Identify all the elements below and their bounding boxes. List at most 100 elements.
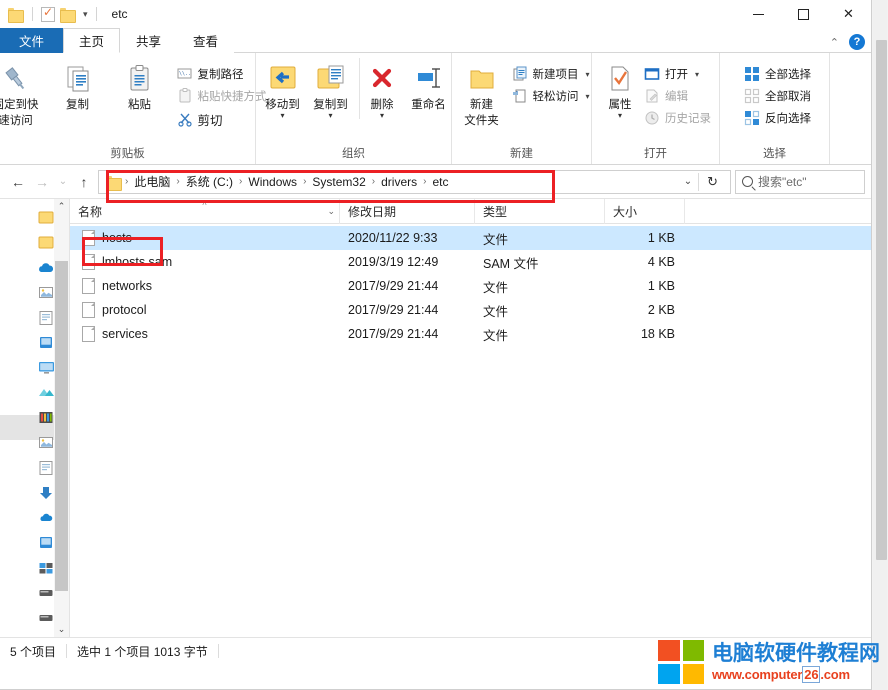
nav-item-pictures[interactable] (38, 280, 55, 305)
paste-button[interactable]: 粘贴 (109, 58, 171, 112)
move-to-caret[interactable]: ▾ (280, 112, 284, 120)
nav-item-onedrive-2[interactable] (38, 505, 55, 530)
new-item-button[interactable]: 新建项目 ▾ (508, 63, 594, 85)
recent-locations-button[interactable]: ⌄ (54, 170, 72, 194)
file-name-cell[interactable]: networks (70, 278, 340, 294)
open-label: 打开 (665, 69, 688, 81)
minimize-button[interactable] (736, 0, 781, 28)
table-row[interactable]: services 2017/9/29 21:44 文件 18 KB (70, 322, 871, 346)
maximize-button[interactable] (781, 0, 826, 28)
scroll-down-arrow-icon[interactable]: ⌄ (54, 622, 69, 637)
table-row[interactable]: lmhosts.sam 2019/3/19 12:49 SAM 文件 4 KB (70, 250, 871, 274)
forward-button[interactable]: → (30, 170, 54, 194)
tab-view[interactable]: 查看 (177, 28, 234, 53)
tab-share[interactable]: 共享 (120, 28, 177, 53)
invert-selection-button[interactable]: 反向选择 (740, 107, 815, 129)
table-row[interactable]: networks 2017/9/29 21:44 文件 1 KB (70, 274, 871, 298)
copy-to-caret[interactable]: ▾ (328, 112, 332, 120)
outer-scrollbar[interactable] (870, 0, 888, 690)
history-button[interactable]: 历史记录 (640, 107, 715, 129)
column-header-size[interactable]: 大小 (605, 199, 685, 224)
address-bar[interactable]: › 此电脑 › 系统 (C:) › Windows › System32 › d… (98, 169, 731, 194)
nav-item-local-disk[interactable] (38, 555, 55, 580)
breadcrumb-etc[interactable]: etc (427, 172, 453, 192)
properties-label: 属性 (608, 99, 632, 111)
nav-item-onedrive[interactable] (38, 255, 55, 280)
copy-to-button[interactable]: 复制到 ▾ (307, 58, 355, 120)
select-all-button[interactable]: 全部选择 (740, 63, 815, 85)
table-row[interactable]: hosts 2020/11/22 9:33 文件 1 KB (70, 226, 871, 250)
new-small-buttons: 新建项目 ▾ 轻松访问 ▾ (508, 58, 594, 107)
properties-button[interactable]: 属性 ▾ (600, 58, 640, 120)
search-input[interactable]: 搜索"etc" (735, 169, 865, 194)
nav-scrollbar-thumb[interactable] (55, 261, 68, 591)
up-button[interactable]: ↑ (72, 170, 96, 194)
rename-button[interactable]: 重命名 (405, 58, 453, 112)
open-caret[interactable]: ▾ (695, 70, 699, 79)
nav-item-network[interactable] (38, 630, 55, 637)
properties-caret[interactable]: ▾ (618, 112, 622, 120)
nav-item-this-pc[interactable] (38, 330, 55, 355)
easy-access-caret[interactable]: ▾ (586, 92, 590, 101)
new-folder-icon[interactable] (60, 7, 76, 23)
nav-item-downloads[interactable] (38, 480, 55, 505)
nav-pane-scrollbar[interactable]: ⌃ ⌄ (54, 199, 69, 637)
new-item-caret[interactable]: ▾ (586, 70, 590, 79)
file-name-cell[interactable]: protocol (70, 302, 340, 318)
breadcrumb-system-c[interactable]: 系统 (C:) (181, 172, 238, 192)
nav-item-pictures-2[interactable] (38, 430, 55, 455)
nav-item-drive-e[interactable] (38, 605, 55, 630)
scroll-up-arrow-icon[interactable]: ⌃ (54, 199, 69, 214)
breadcrumb-drivers[interactable]: drivers (376, 172, 422, 192)
close-button[interactable]: ✕ (826, 0, 871, 28)
breadcrumb-system32[interactable]: System32 (307, 172, 370, 192)
ribbon-tab-strip: 文件 主页 共享 查看 ⌃ ? (0, 28, 871, 53)
file-name-cell[interactable]: lmhosts.sam (70, 254, 340, 270)
column-filter-caret[interactable]: ⌄ (327, 206, 335, 217)
file-name-cell[interactable]: hosts (70, 230, 340, 246)
column-header-name[interactable]: ^ 名称 ⌄ (70, 199, 340, 224)
copy-path-label: 复制路径 (197, 69, 244, 81)
nav-item-quick-access[interactable] (38, 205, 55, 230)
delete-button[interactable]: 删除 ▾ (358, 58, 405, 120)
nav-item-documents-2[interactable] (38, 455, 55, 480)
file-date-cell: 2020/11/22 9:33 (348, 231, 438, 245)
select-none-button[interactable]: 全部取消 (740, 85, 815, 107)
folder-icon[interactable] (8, 7, 24, 23)
properties-icon[interactable] (41, 5, 55, 22)
nav-item-folder[interactable] (38, 230, 55, 255)
open-button[interactable]: 打开 ▾ (640, 63, 715, 85)
nav-item-desktop[interactable] (38, 355, 55, 380)
paste-shortcut-icon (177, 88, 193, 104)
nav-item-documents[interactable] (38, 305, 55, 330)
column-header-date[interactable]: 修改日期 (340, 199, 475, 224)
navigation-pane[interactable]: ⌃ ⌄ (0, 199, 70, 637)
edit-button[interactable]: 编辑 (640, 85, 715, 107)
tab-file[interactable]: 文件 (0, 28, 64, 53)
table-row[interactable]: protocol 2017/9/29 21:44 文件 2 KB (70, 298, 871, 322)
nav-item-this-pc-2[interactable] (38, 530, 55, 555)
breadcrumb-this-pc[interactable]: 此电脑 (129, 172, 175, 192)
column-header-type[interactable]: 类型 (475, 199, 605, 224)
qat-dropdown-caret[interactable]: ▾ (83, 9, 88, 20)
copy-button[interactable]: 复制 (47, 58, 109, 112)
pin-to-quick-access-button[interactable]: 固定到快 速访问 (0, 58, 47, 128)
scrollbar-track[interactable] (873, 0, 887, 690)
delete-caret[interactable]: ▾ (380, 112, 384, 120)
scrollbar-thumb[interactable] (876, 40, 887, 560)
refresh-icon[interactable]: ↻ (699, 174, 726, 190)
breadcrumb-windows[interactable]: Windows (243, 172, 302, 192)
help-icon[interactable]: ? (849, 34, 865, 50)
move-to-button[interactable]: 移动到 ▾ (259, 58, 307, 120)
nav-item-drive-d[interactable] (38, 580, 55, 605)
new-folder-button[interactable]: 新建 文件夹 (456, 58, 508, 128)
file-name-cell[interactable]: services (70, 326, 340, 342)
nav-item-videos[interactable] (38, 380, 55, 405)
easy-access-button[interactable]: 轻松访问 ▾ (508, 85, 594, 107)
nav-item-music[interactable] (38, 405, 55, 430)
chevron-down-icon[interactable]: ⌄ (678, 176, 698, 187)
tab-home[interactable]: 主页 (63, 28, 121, 53)
chevron-up-icon[interactable]: ⌃ (830, 36, 839, 49)
pin-label-1: 固定到快 (0, 99, 39, 111)
back-button[interactable]: ← (6, 170, 30, 194)
